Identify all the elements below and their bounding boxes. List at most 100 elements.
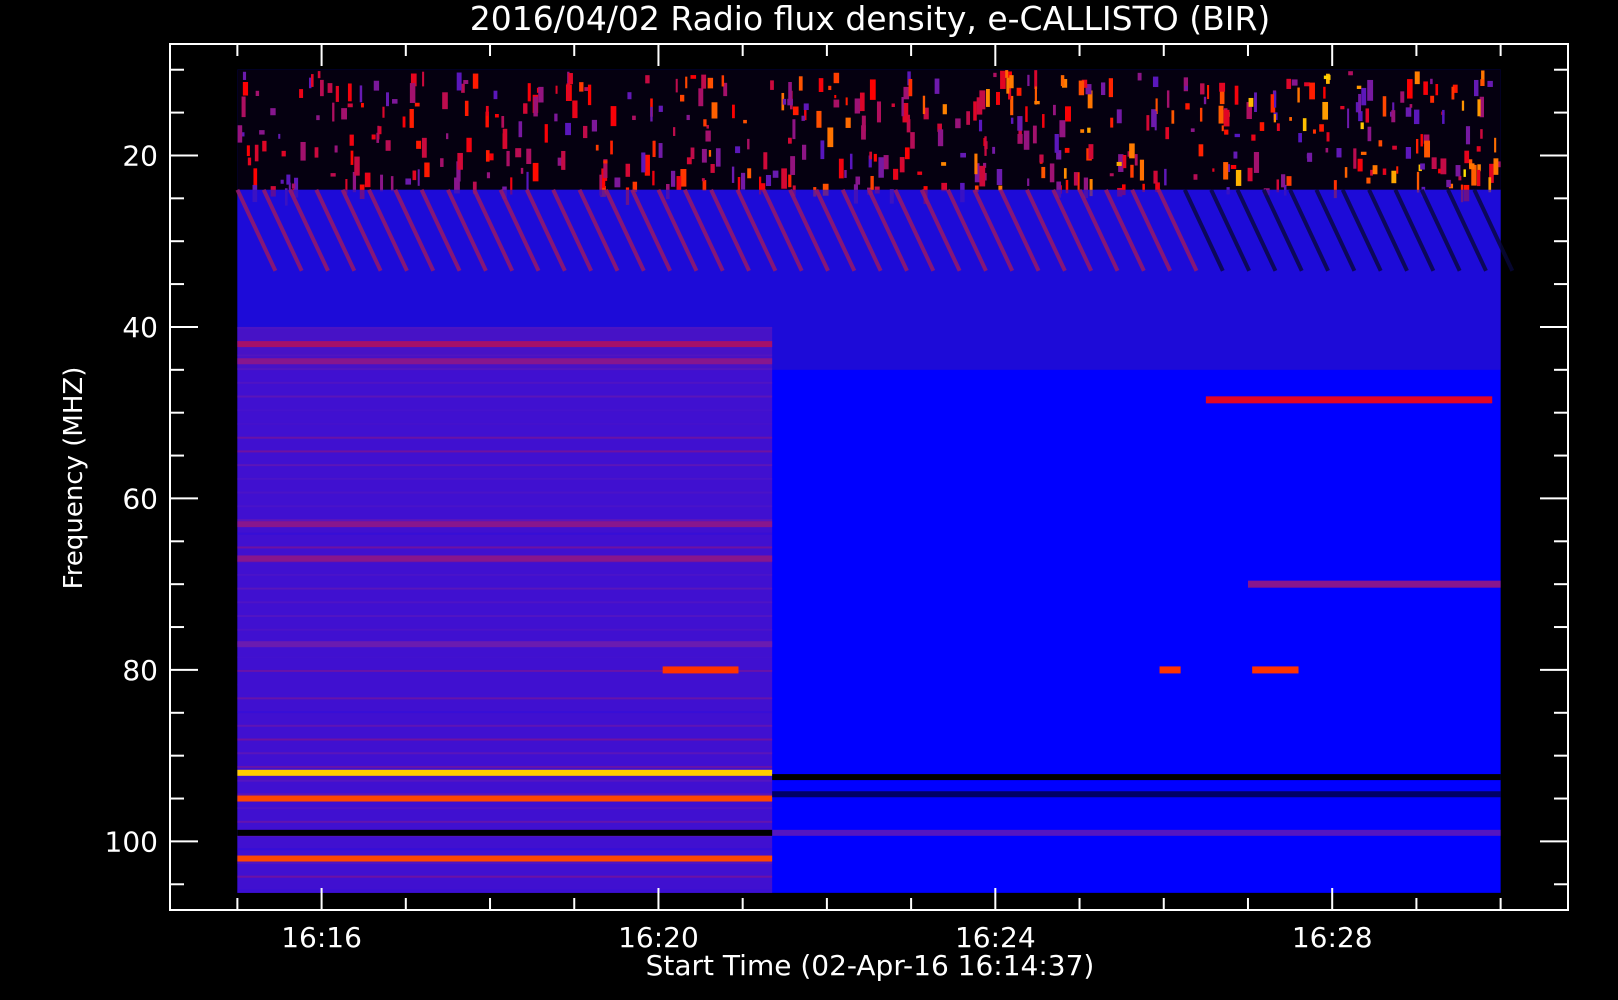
heatmap-noise-cell <box>701 148 707 163</box>
heatmap-region-row <box>237 519 773 522</box>
heatmap-noise-cell <box>262 140 267 152</box>
heatmap-noise-cell <box>533 96 538 117</box>
heatmap-noise-cell <box>978 119 983 132</box>
x-tick-label: 16:28 <box>1292 921 1373 954</box>
heatmap-noise-cell <box>910 132 915 149</box>
heatmap-noise-cell <box>440 158 444 167</box>
x-tick-label: 16:16 <box>281 921 362 954</box>
heatmap-noise-cell <box>1474 79 1479 97</box>
heatmap-noise-cell <box>1392 145 1397 150</box>
heatmap-noise-cell <box>532 162 539 182</box>
heatmap-noise-cell <box>1309 82 1315 100</box>
heatmap-noise-cell <box>241 96 246 118</box>
heatmap-noise-cell <box>1193 174 1198 180</box>
heatmap-noise-cell <box>979 90 986 110</box>
heatmap-noise-cell <box>870 175 874 190</box>
heatmap-noise-cell <box>1153 170 1158 184</box>
spectrogram-chart: 2016/04/02 Radio flux density, e-CALLIST… <box>59 0 1569 982</box>
heatmap-noise-cell <box>280 179 284 184</box>
heatmap-noise-cell <box>1064 147 1070 153</box>
heatmap-noise-cell <box>526 148 532 165</box>
heatmap-noise-cell <box>732 104 735 119</box>
heatmap-noise-cell <box>711 102 718 119</box>
heatmap-noise-cell <box>1326 132 1330 142</box>
heatmap-noise-cell <box>675 78 678 93</box>
heatmap-noise-cell <box>1493 158 1499 175</box>
heatmap-region-row <box>237 820 773 823</box>
heatmap-noise-cell <box>1054 133 1059 153</box>
heatmap-noise-cell <box>1059 120 1066 138</box>
heatmap-noise-cell <box>1203 96 1207 105</box>
heatmap-noise-cell <box>1134 154 1138 166</box>
heatmap-noise-cell <box>1078 80 1085 96</box>
heatmap-noise-cell <box>901 97 904 117</box>
heatmap-plot-area <box>235 69 1515 893</box>
heatmap-noise-cell <box>1367 79 1374 101</box>
heatmap-noise-cell <box>788 137 792 144</box>
heatmap-region-row <box>237 450 773 453</box>
heatmap-noise-cell <box>359 85 363 103</box>
heatmap-noise-cell <box>1424 140 1431 158</box>
heatmap-noise-cell <box>1420 163 1425 170</box>
heatmap-region-row <box>237 875 773 878</box>
heatmap-noise-cell <box>1025 106 1028 122</box>
heatmap-noise-cell <box>327 83 333 93</box>
heatmap-noise-cell <box>993 72 997 78</box>
heatmap-emission-blip <box>1205 396 1493 404</box>
heatmap-noise-cell <box>1080 129 1085 133</box>
heatmap-noise-cell <box>1413 109 1420 125</box>
heatmap-noise-cell <box>673 127 676 136</box>
heatmap-noise-cell <box>554 113 558 122</box>
heatmap-noise-cell <box>494 114 499 118</box>
heatmap-noise-cell <box>456 72 462 91</box>
heatmap-noise-cell <box>941 162 947 166</box>
heatmap-noise-cell <box>259 130 265 135</box>
heatmap-noise-cell <box>680 169 687 187</box>
heatmap-noise-cell <box>1073 172 1078 186</box>
heatmap-noise-cell <box>1358 93 1362 114</box>
heatmap-noise-cell <box>934 78 940 94</box>
heatmap-noise-cell <box>502 128 508 149</box>
heatmap-noise-cell <box>347 83 352 102</box>
heatmap-noise-cell <box>242 71 247 80</box>
heatmap-noise-cell <box>610 106 617 127</box>
heatmap-emission-line <box>772 829 1501 836</box>
heatmap-noise-cell <box>310 74 314 87</box>
heatmap-noise-cell <box>1480 129 1483 139</box>
heatmap-noise-cell <box>412 170 417 181</box>
heatmap-noise-cell <box>1360 122 1364 130</box>
heatmap-noise-cell <box>701 178 705 182</box>
heatmap-noise-cell <box>390 176 394 192</box>
heatmap-emission-line <box>237 358 773 365</box>
heatmap-noise-cell <box>702 180 707 191</box>
heatmap-noise-cell <box>1152 76 1159 88</box>
heatmap-noise-cell <box>984 136 987 156</box>
heatmap-noise-cell <box>845 97 848 106</box>
heatmap-noise-cell <box>680 94 685 102</box>
heatmap-noise-cell <box>349 134 354 146</box>
heatmap-noise-cell <box>385 92 390 107</box>
heatmap-region-row <box>237 889 773 892</box>
heatmap-noise-cell <box>1476 146 1481 152</box>
heatmap-noise-cell <box>818 78 824 92</box>
heatmap-noise-cell <box>1347 108 1350 129</box>
heatmap-noise-cell <box>955 118 961 129</box>
heatmap-noise-cell <box>1323 86 1326 99</box>
heatmap-noise-cell <box>1023 130 1030 150</box>
heatmap-noise-cell <box>320 79 324 97</box>
heatmap-noise-cell <box>1289 117 1292 121</box>
heatmap-noise-cell <box>380 174 384 192</box>
heatmap-noise-cell <box>595 144 599 151</box>
heatmap-noise-cell <box>781 168 787 189</box>
heatmap-noise-cell <box>686 157 692 165</box>
heatmap-noise-cell <box>254 144 259 162</box>
heatmap-noise-cell <box>1327 74 1331 80</box>
heatmap-noise-cell <box>1221 125 1224 132</box>
heatmap-noise-cell <box>1442 109 1445 124</box>
heatmap-noise-cell <box>1414 71 1420 85</box>
heatmap-noise-cell <box>1017 133 1023 144</box>
heatmap-noise-cell <box>937 129 944 147</box>
heatmap-noise-cell <box>942 104 947 115</box>
heatmap-noise-cell <box>364 172 371 188</box>
heatmap-noise-cell <box>992 146 996 154</box>
